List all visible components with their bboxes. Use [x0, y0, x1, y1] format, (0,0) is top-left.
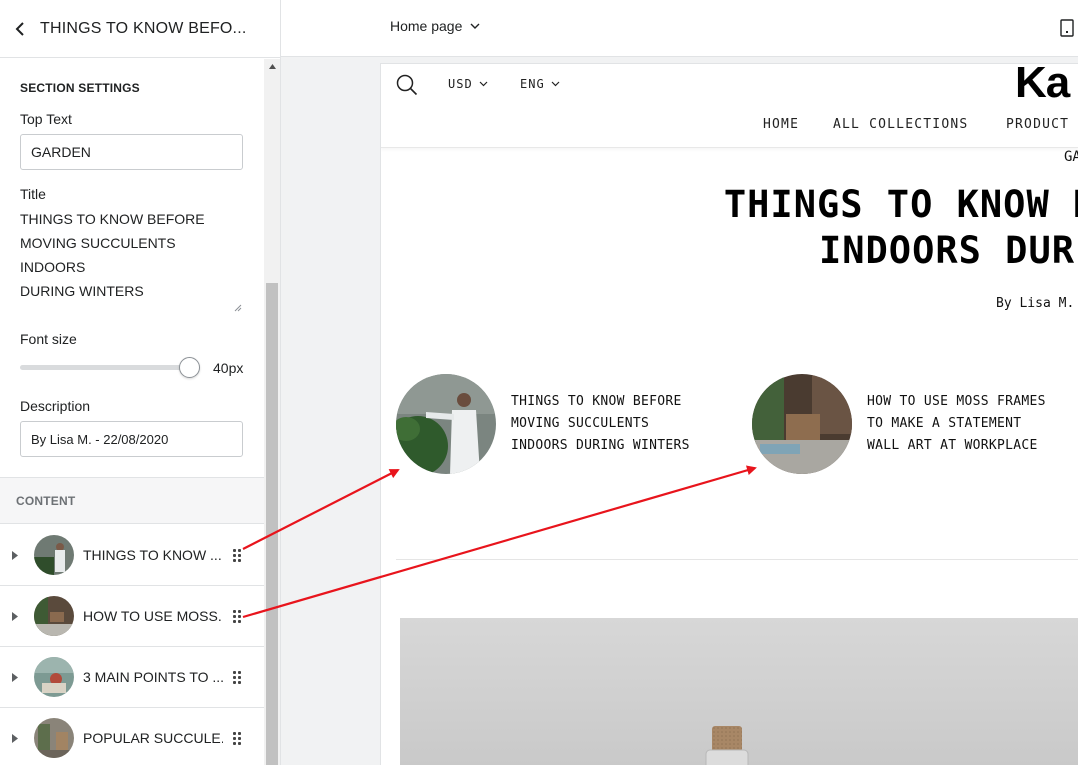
block-label: POPULAR SUCCULE...	[83, 730, 223, 746]
drag-handle-icon[interactable]	[233, 548, 241, 562]
store-preview: USD ENG Ka HOME ALL COLLECTIONS PRODUCT …	[381, 64, 1078, 765]
article-card-image	[396, 374, 496, 474]
chevron-down-icon	[470, 23, 480, 29]
currency-selector[interactable]: USD	[448, 77, 488, 91]
block-thumbnail	[34, 718, 74, 758]
language-selector[interactable]: ENG	[520, 77, 560, 91]
title-line: DURING WINTERS	[20, 283, 144, 299]
content-heading: CONTENT	[16, 494, 76, 508]
font-size-slider-handle[interactable]	[179, 357, 200, 378]
editor-topbar: Home page	[281, 0, 1078, 57]
store-logo[interactable]: Ka	[1015, 64, 1070, 108]
language-value: ENG	[520, 77, 545, 91]
drag-handle-icon[interactable]	[233, 670, 241, 684]
nav-link-home[interactable]: HOME	[763, 117, 799, 132]
caret-right-icon	[12, 550, 18, 560]
title-textarea[interactable]: THINGS TO KNOW BEFORE MOVING SUCCULENTS …	[20, 207, 243, 303]
sidebar-scrollbar[interactable]	[264, 59, 280, 765]
chevron-down-icon	[479, 81, 488, 87]
top-text-input[interactable]: GARDEN	[20, 134, 243, 170]
content-block-row[interactable]: THINGS TO KNOW ...	[0, 525, 264, 586]
title-label: Title	[20, 186, 46, 202]
description-input[interactable]: By Lisa M. - 22/08/2020	[20, 421, 243, 457]
content-block-row[interactable]: POPULAR SUCCULE...	[0, 708, 264, 765]
font-size-label: Font size	[20, 331, 77, 347]
article-byline: By Lisa M.	[996, 296, 1075, 311]
search-icon[interactable]	[396, 74, 418, 96]
block-thumbnail	[34, 535, 74, 575]
content-block-row[interactable]: HOW TO USE MOSS...	[0, 586, 264, 647]
device-icon[interactable]	[1060, 19, 1074, 37]
nav-link-all-collections[interactable]: ALL COLLECTIONS	[833, 117, 968, 132]
back-button[interactable]	[0, 0, 40, 58]
top-text-label: Top Text	[20, 111, 72, 127]
drag-handle-icon[interactable]	[233, 731, 241, 745]
caret-right-icon	[12, 611, 18, 621]
caret-right-icon	[12, 672, 18, 682]
scroll-up-arrow[interactable]	[264, 59, 280, 73]
section-settings-heading: SECTION SETTINGS	[20, 81, 140, 95]
font-size-slider-track[interactable]	[20, 365, 190, 370]
title-line: THINGS TO KNOW BEFORE	[20, 211, 205, 227]
expand-caret[interactable]	[0, 672, 30, 682]
divider	[396, 559, 1078, 560]
drag-handle-icon[interactable]	[233, 609, 241, 623]
sidebar-title: THINGS TO KNOW BEFO...	[40, 19, 247, 37]
description-label: Description	[20, 398, 91, 414]
sidebar-header: THINGS TO KNOW BEFO...	[0, 0, 280, 58]
expand-caret[interactable]	[0, 550, 30, 560]
content-section-header: CONTENT	[0, 478, 264, 524]
block-label: 3 MAIN POINTS TO ...	[83, 669, 223, 685]
article-card-title: HOW TO USE MOSS FRAMES TO MAKE A STATEME…	[867, 394, 1046, 453]
resize-handle-icon[interactable]	[232, 302, 242, 312]
page-selector[interactable]: Home page	[390, 18, 480, 34]
editor-sidebar: THINGS TO KNOW BEFO... SECTION SETTINGS …	[0, 0, 281, 765]
chevron-down-icon	[551, 81, 560, 87]
article-card-image	[752, 374, 852, 474]
page-select-label: Home page	[390, 18, 463, 34]
hero-image	[400, 618, 1078, 765]
caret-right-icon	[12, 733, 18, 743]
article-top-text: GA	[1064, 149, 1078, 165]
nav-link-product[interactable]: PRODUCT	[1006, 117, 1069, 132]
article-card-title: THINGS TO KNOW BEFORE MOVING SUCCULENTS …	[511, 394, 690, 453]
article-card[interactable]: THINGS TO KNOW BEFORE MOVING SUCCULENTS …	[396, 374, 731, 474]
store-header: USD ENG Ka HOME ALL COLLECTIONS PRODUCT	[381, 64, 1078, 148]
article-title: THINGS TO KNOW BEFO INDOORS DUR	[625, 182, 1078, 274]
expand-caret[interactable]	[0, 733, 30, 743]
jar-image	[705, 726, 749, 765]
block-thumbnail	[34, 657, 74, 697]
title-line: MOVING SUCCULENTS INDOORS	[20, 235, 176, 275]
expand-caret[interactable]	[0, 611, 30, 621]
scrollbar-thumb[interactable]	[266, 283, 278, 765]
settings-scroll-area[interactable]: SECTION SETTINGS Top Text GARDEN Title T…	[0, 59, 264, 765]
block-label: THINGS TO KNOW ...	[83, 547, 222, 563]
article-card[interactable]: HOW TO USE MOSS FRAMES TO MAKE A STATEME…	[752, 374, 1078, 474]
block-thumbnail	[34, 596, 74, 636]
article-title-line: INDOORS DUR	[818, 229, 1076, 272]
content-block-row[interactable]: 3 MAIN POINTS TO ...	[0, 647, 264, 708]
caret-up-icon	[268, 63, 276, 69]
currency-value: USD	[448, 77, 473, 91]
font-size-value: 40px	[213, 360, 244, 376]
chevron-left-icon	[15, 21, 24, 36]
article-title-line: THINGS TO KNOW BEFO	[723, 183, 1078, 226]
block-label: HOW TO USE MOSS...	[83, 608, 223, 624]
